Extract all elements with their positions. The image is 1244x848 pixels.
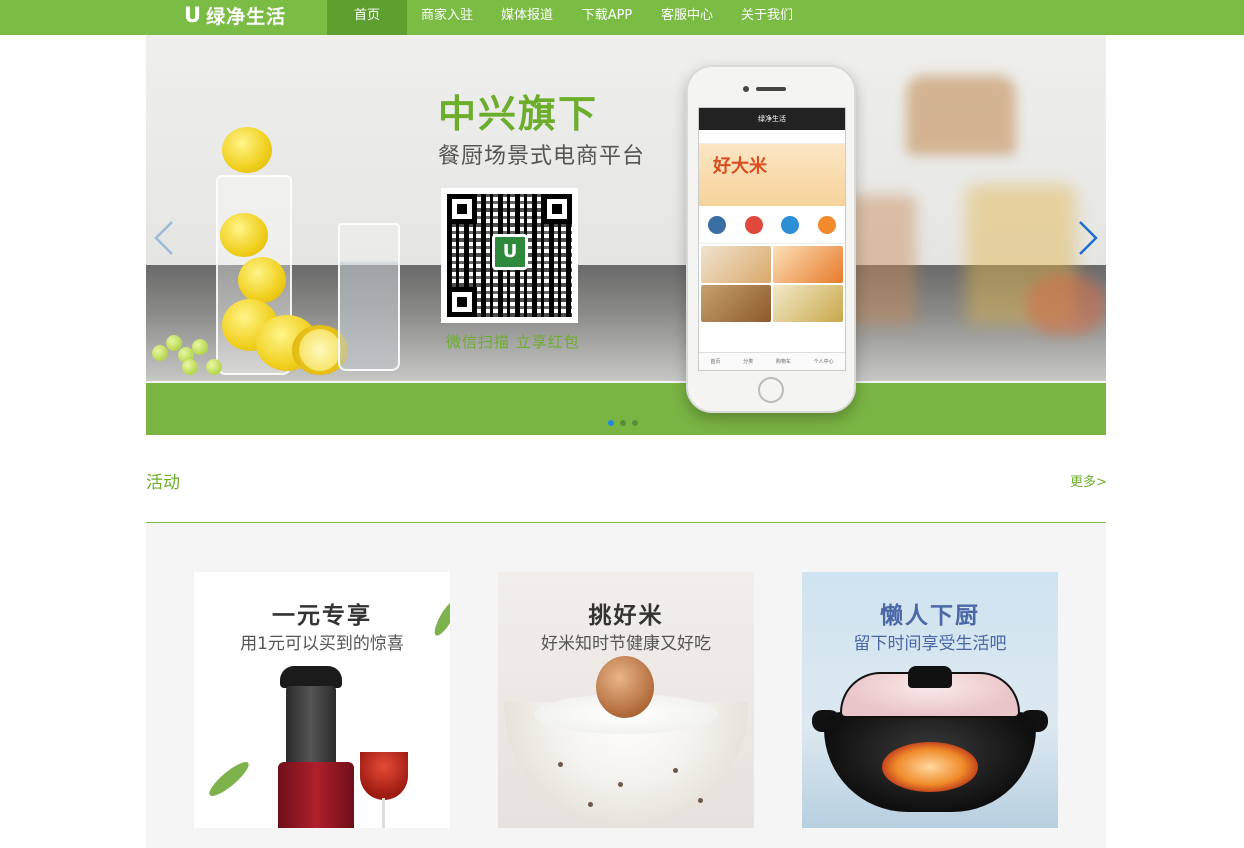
grape-image <box>182 359 198 375</box>
brand-logo[interactable]: U 绿净生活 <box>184 2 286 28</box>
phone-hero-text: 好大米 <box>713 156 767 177</box>
juice-glass-image <box>360 752 408 800</box>
bowl-speckle <box>558 762 563 767</box>
qr-finder <box>447 194 477 224</box>
phone-mockup: 绿净生活 好大米 首页 分类 购物车 个人中心 <box>686 65 856 413</box>
grape-image <box>152 345 168 361</box>
nav-item-download-app[interactable]: 下载APP <box>567 0 647 35</box>
nav-item-about-us[interactable]: 关于我们 <box>727 0 807 35</box>
pot-knob-image <box>908 666 952 688</box>
phone-search-bar <box>699 130 845 144</box>
lemon-image <box>222 127 272 173</box>
card-subtitle: 留下时间享受生活吧 <box>853 634 1007 654</box>
phone-tab-cart: 购物车 <box>775 359 791 365</box>
juicer-image <box>280 666 342 688</box>
qr-finder <box>542 194 572 224</box>
brand-name: 绿净生活 <box>206 5 287 28</box>
product-tile <box>701 285 771 322</box>
card-title: 挑好米 <box>588 603 664 629</box>
activity-card-lazy-cooking[interactable]: 懒人下厨 留下时间享受生活吧 <box>802 572 1058 828</box>
carousel-next-button[interactable] <box>1076 220 1100 256</box>
pot-glow-image <box>882 742 978 792</box>
nav-item-customer-service[interactable]: 客服中心 <box>647 0 727 35</box>
rice-bowl-icon <box>817 215 836 234</box>
phone-product-grid <box>699 244 845 324</box>
product-tile <box>773 285 843 322</box>
top-navbar: U 绿净生活 首页 商家入驻 媒体报道 下载APP 客服中心 关于我们 <box>0 0 1244 35</box>
plum-image <box>596 656 654 718</box>
lemon-image <box>220 213 268 257</box>
decor-blur <box>906 75 1016 155</box>
nav-item-media-reports[interactable]: 媒体报道 <box>487 0 567 35</box>
phone-home-button <box>758 377 784 403</box>
phone-tab-profile: 个人中心 <box>813 359 834 365</box>
category-icon <box>708 215 727 234</box>
phone-tab-home: 首页 <box>710 359 721 365</box>
carousel-prev-button[interactable] <box>152 220 176 256</box>
water-glass-image <box>338 223 400 371</box>
truck-icon <box>781 215 800 234</box>
phone-screen: 绿净生活 好大米 首页 分类 购物车 个人中心 <box>698 107 846 371</box>
card-title: 一元专享 <box>272 603 372 629</box>
banner-green-band <box>146 383 1106 435</box>
phone-category-icons <box>699 206 845 244</box>
phone-tab-category: 分类 <box>743 359 754 365</box>
card-title: 懒人下厨 <box>880 603 980 629</box>
juicer-image <box>286 686 336 766</box>
grape-image <box>206 359 222 375</box>
bowl-speckle <box>673 768 678 773</box>
activity-card-good-rice[interactable]: 挑好米 好米知时节健康又好吃 <box>498 572 754 828</box>
carousel-dot-1[interactable] <box>608 420 614 426</box>
decor-blur <box>846 195 916 325</box>
qr-finder <box>447 287 477 317</box>
activity-card-one-yuan[interactable]: 一元专享 用1元可以买到的惊喜 <box>194 572 450 828</box>
bowl-speckle <box>618 782 623 787</box>
lemon-image <box>238 257 286 303</box>
juice-glass-stem <box>382 798 385 828</box>
grape-image <box>192 339 208 355</box>
activity-section-title: 活动 <box>146 473 180 493</box>
decor-blur <box>1026 275 1106 335</box>
clock-icon <box>744 215 763 234</box>
carousel-dot-3[interactable] <box>632 420 638 426</box>
nav-item-home[interactable]: 首页 <box>327 0 407 35</box>
qr-caption: 微信扫描 立享红包 <box>446 333 580 351</box>
banner-title: 中兴旗下 <box>438 92 599 136</box>
phone-camera <box>743 86 749 92</box>
bowl-speckle <box>588 802 593 807</box>
chevron-right-icon <box>1079 221 1098 255</box>
phone-tab-bar: 首页 分类 购物车 个人中心 <box>699 352 845 370</box>
nav-item-merchant-join[interactable]: 商家入驻 <box>407 0 487 35</box>
card-subtitle: 用1元可以买到的惊喜 <box>240 634 404 654</box>
qr-code: U <box>441 188 578 323</box>
phone-speaker <box>756 87 786 91</box>
carousel-dot-2[interactable] <box>620 420 626 426</box>
qr-pattern: U <box>447 194 572 317</box>
product-tile <box>701 246 771 283</box>
card-subtitle: 好米知时节健康又好吃 <box>541 634 711 654</box>
bowl-speckle <box>698 798 703 803</box>
leaf-image <box>205 757 253 801</box>
product-tile <box>773 246 843 283</box>
juicer-image <box>278 762 354 828</box>
phone-app-title: 绿净生活 <box>699 108 845 130</box>
logo-mark-icon: U <box>184 3 203 27</box>
carousel-dots <box>608 420 638 426</box>
phone-hero: 好大米 <box>699 144 845 206</box>
qr-logo-icon: U <box>492 234 528 270</box>
chevron-left-icon <box>154 221 173 255</box>
activity-more-link[interactable]: 更多> <box>1070 471 1107 490</box>
banner-subtitle: 餐厨场景式电商平台 <box>438 144 646 169</box>
banner-carousel[interactable]: 中兴旗下 餐厨场景式电商平台 U 微信扫描 立享红包 绿净生活 好大米 首页 分… <box>146 35 1106 435</box>
